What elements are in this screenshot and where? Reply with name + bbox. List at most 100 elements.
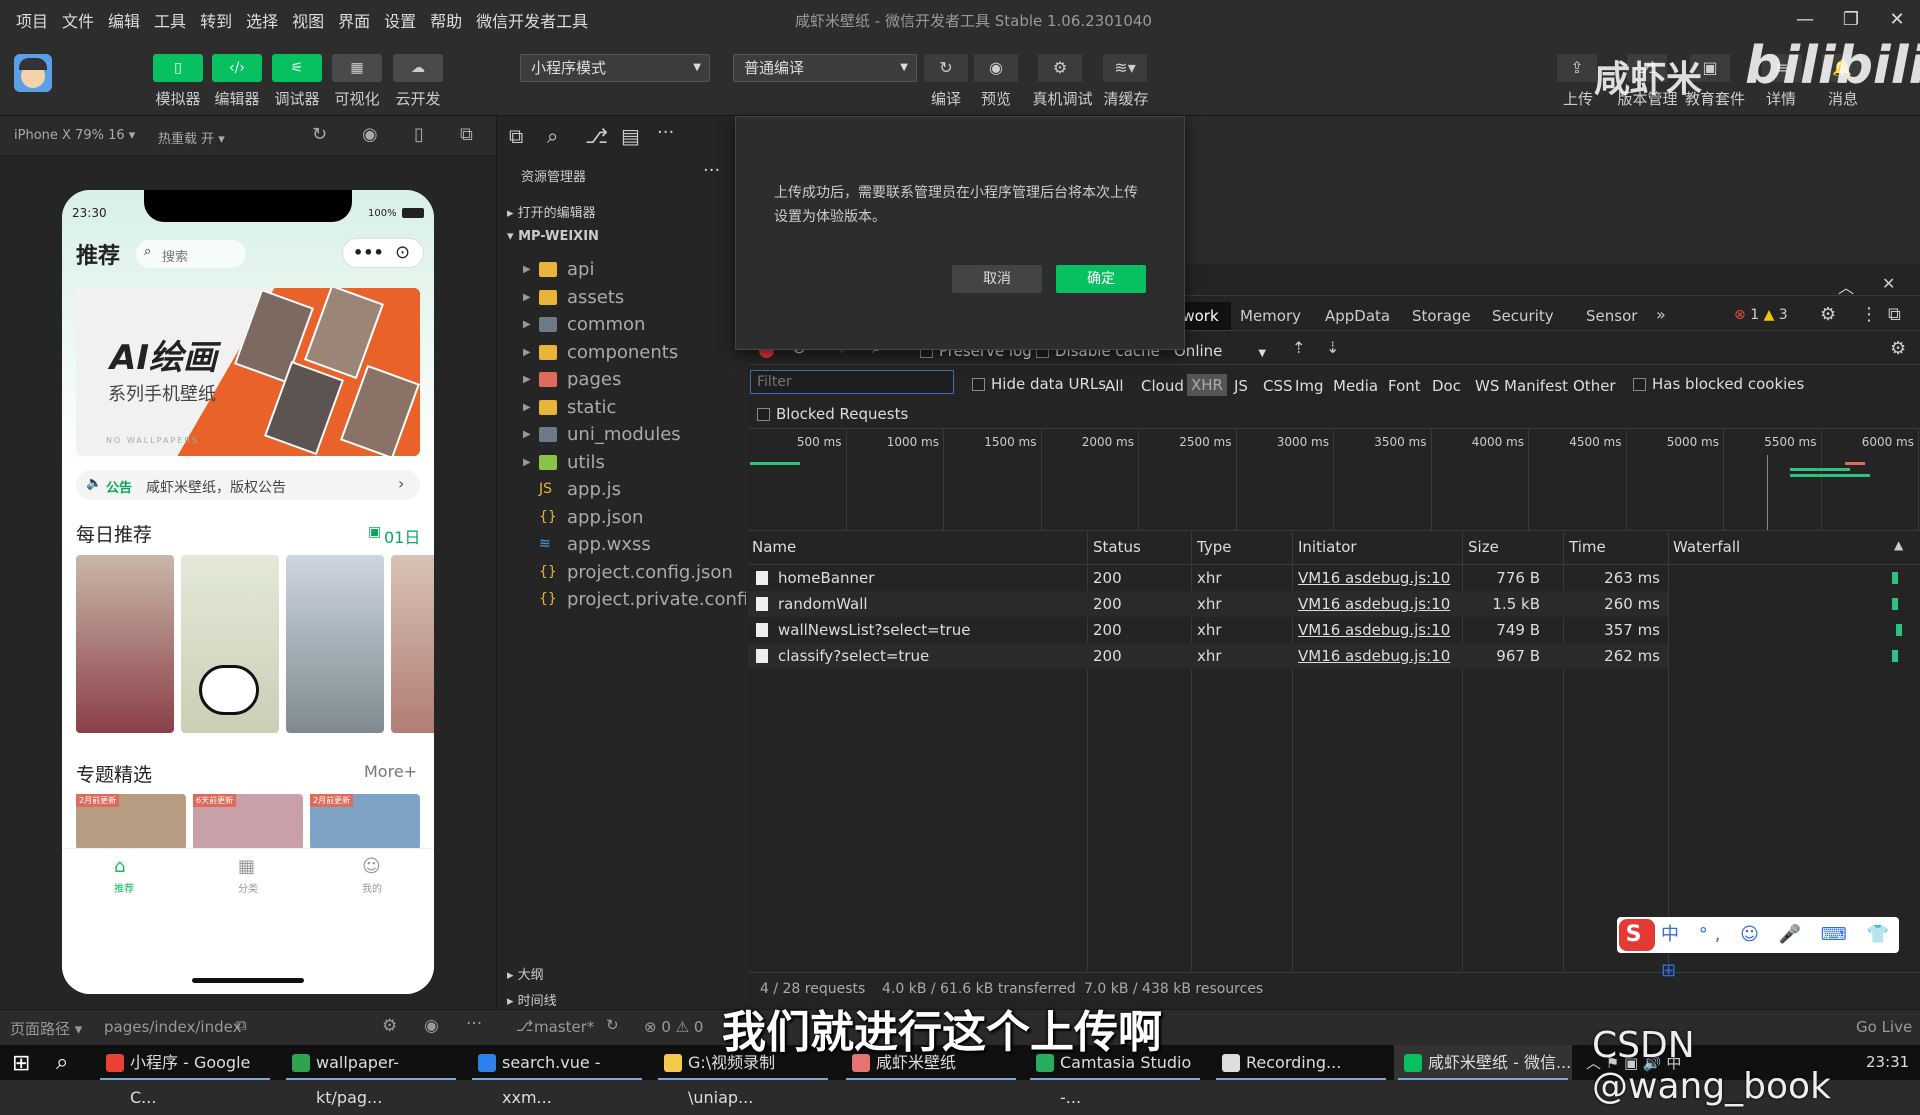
search-input[interactable]: ⌕ 搜索: [136, 240, 246, 268]
taskbar-app[interactable]: Recording...: [1212, 1045, 1392, 1080]
menu-item[interactable]: 设置: [384, 8, 416, 32]
maximize-button[interactable]: ❐: [1828, 0, 1874, 40]
minimize-button[interactable]: —: [1782, 0, 1828, 40]
copy-path-icon[interactable]: ⧉: [236, 1016, 247, 1034]
copy-icon[interactable]: ⧉: [509, 124, 523, 148]
network-row[interactable]: wallNewsList?select=true 200 xhr VM16 asdeb…: [748, 617, 1668, 643]
file-tree-item[interactable]: ▶ api: [497, 256, 747, 283]
bug-icon[interactable]: ⚙: [382, 1016, 397, 1036]
notice-bar[interactable]: 🔈 公告 咸虾米壁纸，版权公告 ›: [76, 470, 420, 500]
capsule-menu[interactable]: ••• ⊙: [342, 238, 424, 268]
page-path-label[interactable]: 页面路径 ▾: [10, 1018, 82, 1039]
menu-item[interactable]: 界面: [338, 8, 370, 32]
column-header-type[interactable]: Type: [1197, 538, 1231, 556]
cell-initiator[interactable]: VM16 asdebug.js:10: [1298, 621, 1450, 639]
topic-image[interactable]: 2月前更新: [76, 794, 186, 850]
menu-item[interactable]: 帮助: [430, 8, 462, 32]
tab-category[interactable]: 分类: [238, 880, 258, 895]
taskbar-search-icon[interactable]: ⌕: [56, 1050, 68, 1075]
devtools-tab-memory[interactable]: Memory: [1240, 307, 1301, 325]
blocked-cookies-checkbox[interactable]: Has blocked cookies: [1633, 375, 1804, 393]
hide-data-urls-checkbox[interactable]: Hide data URLs: [972, 375, 1106, 393]
taskbar-app[interactable]: wallpaper-kt/pag...: [282, 1045, 462, 1107]
filter-type-font[interactable]: Font: [1388, 377, 1421, 395]
cell-initiator[interactable]: VM16 asdebug.js:10: [1298, 647, 1450, 665]
export-har-icon[interactable]: ⇣: [1326, 338, 1339, 357]
more-link[interactable]: More+: [364, 762, 417, 781]
taskbar-app[interactable]: 小程序 - Google C...: [96, 1045, 276, 1107]
expand-icon[interactable]: ▶: [523, 256, 531, 283]
outline-section[interactable]: ▸ 大纲: [507, 964, 544, 983]
banner-image[interactable]: AI绘画 系列手机壁纸 NO WALLPAPERS: [76, 288, 420, 456]
filter-type-xhr[interactable]: XHR: [1187, 374, 1227, 396]
filter-type-ws[interactable]: WS: [1475, 377, 1499, 395]
menu-item[interactable]: 工具: [154, 8, 186, 32]
file-tree-item[interactable]: ▶ pages: [497, 366, 747, 393]
tab-recommend[interactable]: 推荐: [114, 880, 134, 895]
category-tab-icon[interactable]: ▦: [238, 856, 255, 877]
timeline-section[interactable]: ▸ 时间线: [507, 990, 557, 1009]
menu-item[interactable]: 微信开发者工具: [476, 8, 588, 32]
devtools-tab-storage[interactable]: Storage: [1412, 307, 1471, 325]
git-icon[interactable]: ⎇: [585, 124, 608, 148]
throttle-select[interactable]: Online ▼: [1174, 342, 1266, 360]
settings-gear-icon[interactable]: ⚙: [1820, 304, 1836, 325]
cell-initiator[interactable]: VM16 asdebug.js:10: [1298, 595, 1450, 613]
filter-type-other[interactable]: Other: [1573, 377, 1616, 395]
filter-type-js[interactable]: JS: [1234, 377, 1248, 395]
daily-image[interactable]: [286, 555, 384, 733]
file-tree-item[interactable]: ▶ common: [497, 311, 747, 338]
user-tab-icon[interactable]: ☺: [362, 856, 381, 877]
menu-item[interactable]: 编辑: [108, 8, 140, 32]
error-count[interactable]: ⊗ 1 ▲ 3: [1734, 307, 1788, 323]
editor-button[interactable]: ‹/›: [212, 54, 262, 82]
expand-icon[interactable]: ▶: [523, 311, 531, 338]
menu-item[interactable]: 转到: [200, 8, 232, 32]
expand-icon[interactable]: ▶: [523, 394, 531, 421]
debug-icon[interactable]: ▤: [621, 124, 640, 148]
file-tree-item[interactable]: JS app.js: [497, 476, 747, 503]
devtools-tab-security[interactable]: Security: [1492, 307, 1554, 325]
column-header-size[interactable]: Size: [1468, 538, 1499, 556]
preview-icon[interactable]: ◉: [974, 54, 1018, 82]
filter-type-all[interactable]: All: [1105, 377, 1124, 395]
filter-type-media[interactable]: Media: [1333, 377, 1378, 395]
file-tree-item[interactable]: ≋ app.wxss: [497, 531, 747, 558]
network-settings-icon[interactable]: ⚙: [1890, 338, 1906, 359]
network-row[interactable]: randomWall 200 xhr VM16 asdebug.js:10 1.5 kB…: [748, 591, 1668, 617]
debugger-button[interactable]: ⚟: [272, 54, 322, 82]
blocked-requests-checkbox[interactable]: Blocked Requests: [757, 405, 908, 423]
explorer-more-icon[interactable]: ···: [703, 160, 720, 181]
dock-icon[interactable]: ⧉: [1888, 304, 1901, 325]
tab-mine[interactable]: 我的: [362, 880, 382, 895]
cell-initiator[interactable]: VM16 asdebug.js:10: [1298, 569, 1450, 587]
taskbar-app[interactable]: search.vue - xxm...: [468, 1045, 648, 1107]
column-header-status[interactable]: Status: [1093, 538, 1141, 556]
device-select[interactable]: iPhone X 79% 16 ▾: [14, 128, 135, 143]
expand-icon[interactable]: ▶: [523, 284, 531, 311]
expand-icon[interactable]: ▶: [523, 449, 531, 476]
timeline-overview[interactable]: 500 ms 1000 ms 1500 ms 2000 ms 2500 ms 3000 m…: [748, 430, 1920, 530]
refresh-icon[interactable]: ↻: [312, 124, 327, 145]
clear-cache-icon[interactable]: ≋▾: [1103, 54, 1147, 82]
stop-icon[interactable]: ◉: [362, 124, 378, 145]
topic-image[interactable]: 2月前更新: [310, 794, 420, 850]
ime-toolbar[interactable]: S 中 °, ☺ 🎤 ⌨ 👕 ⊞: [1617, 917, 1899, 981]
menu-item[interactable]: 视图: [292, 8, 324, 32]
kebab-icon[interactable]: ⋮: [1860, 304, 1878, 325]
more-icon[interactable]: ···: [466, 1014, 482, 1034]
file-tree-item[interactable]: {} app.json: [497, 504, 747, 531]
daily-image[interactable]: [181, 555, 279, 733]
cancel-button[interactable]: 取消: [952, 265, 1042, 293]
expand-icon[interactable]: ▶: [523, 421, 531, 448]
file-tree-item[interactable]: ▶ utils: [497, 449, 747, 476]
sort-arrow-icon[interactable]: ▲: [1894, 538, 1903, 552]
upload-icon[interactable]: ⇪: [1557, 54, 1597, 82]
filter-type-css[interactable]: CSS: [1263, 377, 1293, 395]
project-section[interactable]: ▾ MP-WEIXIN: [507, 229, 599, 244]
file-tree-item[interactable]: ▶ components: [497, 339, 747, 366]
more-icon[interactable]: ···: [657, 122, 674, 143]
more-dots-icon[interactable]: •••: [353, 243, 384, 262]
git-branch[interactable]: master*: [534, 1018, 594, 1036]
column-header-time[interactable]: Time: [1569, 538, 1606, 556]
